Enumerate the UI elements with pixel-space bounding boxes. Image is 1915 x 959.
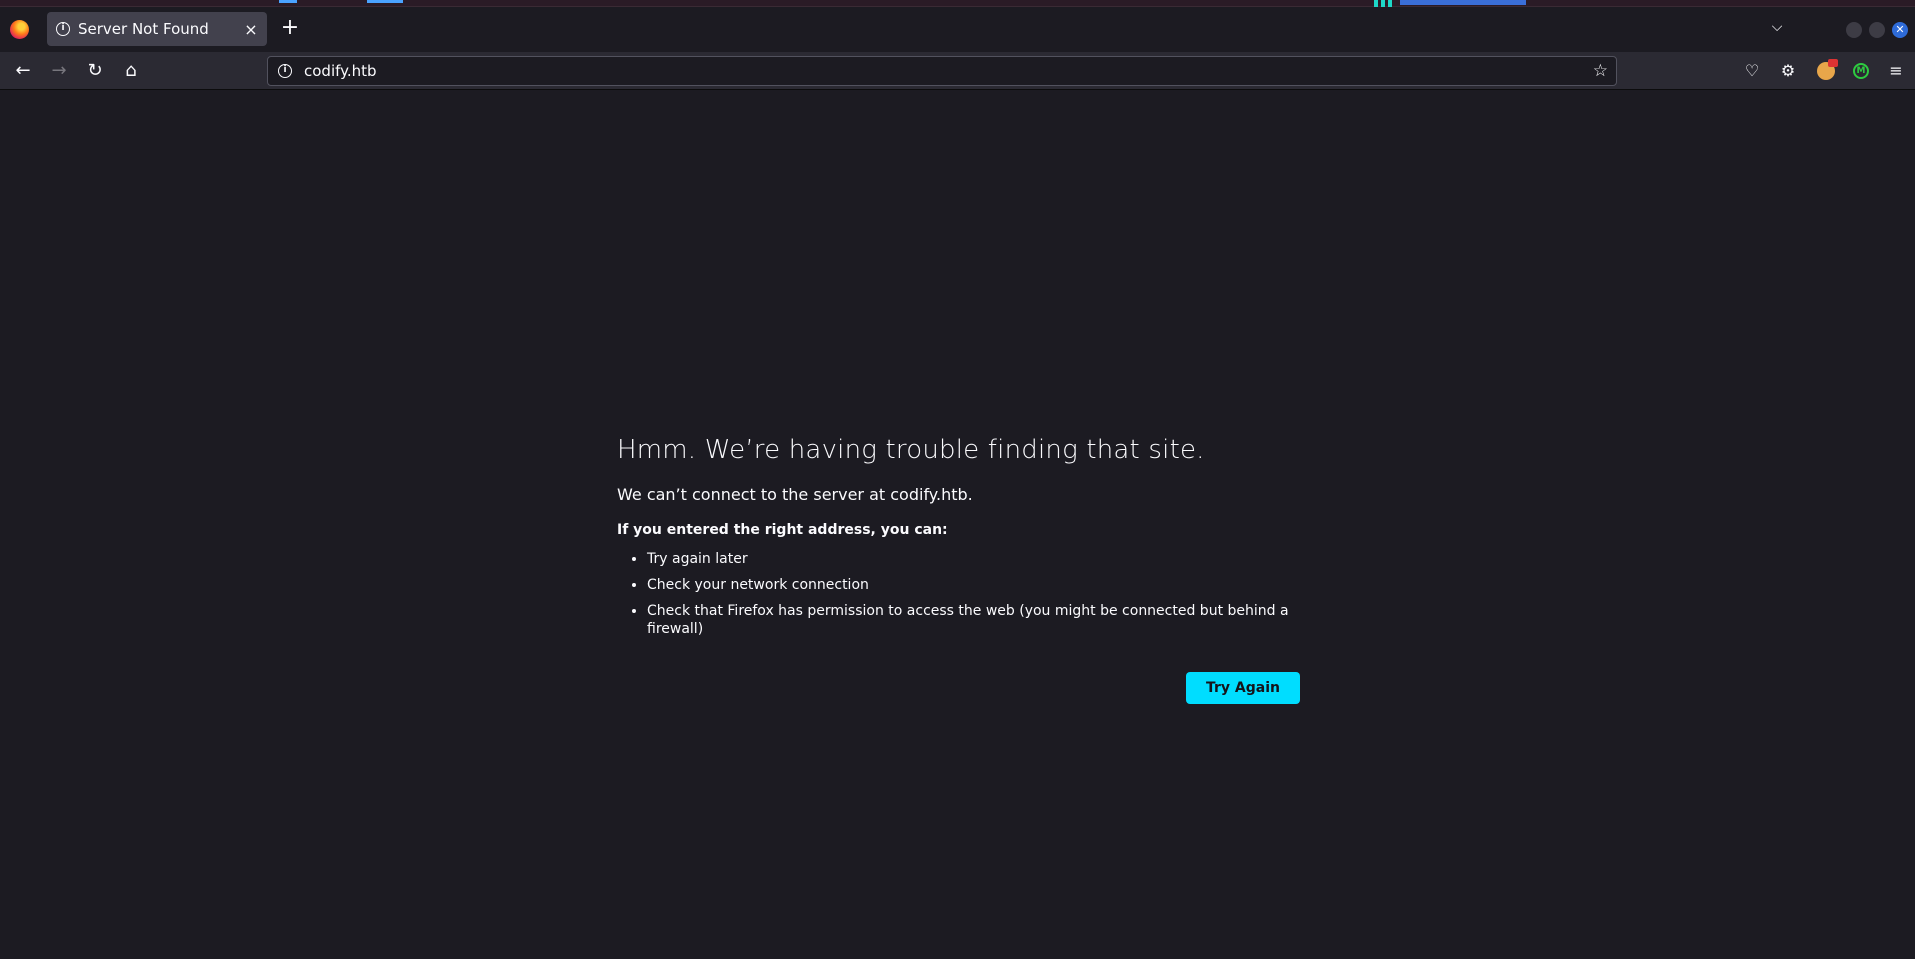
window-maximize-button[interactable] (1869, 22, 1885, 38)
tab-close-icon[interactable]: × (241, 20, 261, 39)
error-title: Hmm. We’re having trouble finding that s… (617, 435, 1205, 465)
list-item: Check your network connection (647, 576, 1317, 594)
window-minimize-button[interactable] (1846, 22, 1862, 38)
error-subheading: If you entered the right address, you ca… (617, 522, 948, 538)
bookmark-star-icon[interactable]: ☆ (1593, 61, 1608, 81)
error-page-content: Hmm. We’re having trouble finding that s… (617, 435, 1317, 704)
info-icon: i (56, 22, 70, 36)
home-button[interactable]: ⌂ (119, 59, 143, 83)
cpu-meter (1388, 0, 1392, 7)
extension-m-icon[interactable]: M (1853, 63, 1869, 79)
tab-server-not-found[interactable]: i Server Not Found × (47, 12, 267, 46)
tab-title: Server Not Found (78, 20, 209, 38)
url-bar[interactable]: i codify.htb ☆ (267, 56, 1617, 86)
net-meter (1400, 0, 1526, 5)
list-item: Check that Firefox has permission to acc… (647, 602, 1317, 638)
extensions-puzzle-icon[interactable]: ⚙ (1776, 59, 1800, 83)
pocket-icon[interactable]: ♡ (1740, 59, 1764, 83)
cpu-meter (1374, 0, 1378, 7)
reload-button[interactable]: ↻ (83, 59, 107, 83)
cpu-meter (1381, 0, 1385, 7)
tab-list-chevron-down-icon[interactable]: ⌵ (1765, 19, 1789, 39)
extension-badge (1828, 59, 1838, 67)
back-button[interactable]: ← (11, 59, 35, 83)
list-item: Try again later (647, 550, 1317, 568)
tab-bar: i Server Not Found × + ⌵ ✕ (0, 7, 1915, 52)
suggestion-list: Try again later Check your network conne… (617, 550, 1317, 638)
new-tab-button[interactable]: + (278, 16, 302, 40)
site-info-icon[interactable]: i (278, 64, 292, 78)
desktop-top-strip (0, 0, 1915, 7)
window-close-button[interactable]: ✕ (1892, 22, 1908, 38)
app-menu-hamburger-icon[interactable]: ≡ (1884, 59, 1908, 83)
url-input[interactable]: codify.htb (304, 62, 1593, 80)
navigation-toolbar: ← → ↻ ⌂ i codify.htb ☆ ♡ ⚙ M ≡ (0, 52, 1915, 90)
taskbar-indicator (367, 0, 403, 3)
error-description: We can’t connect to the server at codify… (617, 485, 973, 504)
extension-cookie-icon[interactable] (1817, 59, 1838, 80)
firefox-logo-icon[interactable] (10, 20, 29, 39)
try-again-button[interactable]: Try Again (1186, 672, 1300, 704)
taskbar-indicator (279, 0, 297, 3)
forward-button[interactable]: → (47, 59, 71, 83)
